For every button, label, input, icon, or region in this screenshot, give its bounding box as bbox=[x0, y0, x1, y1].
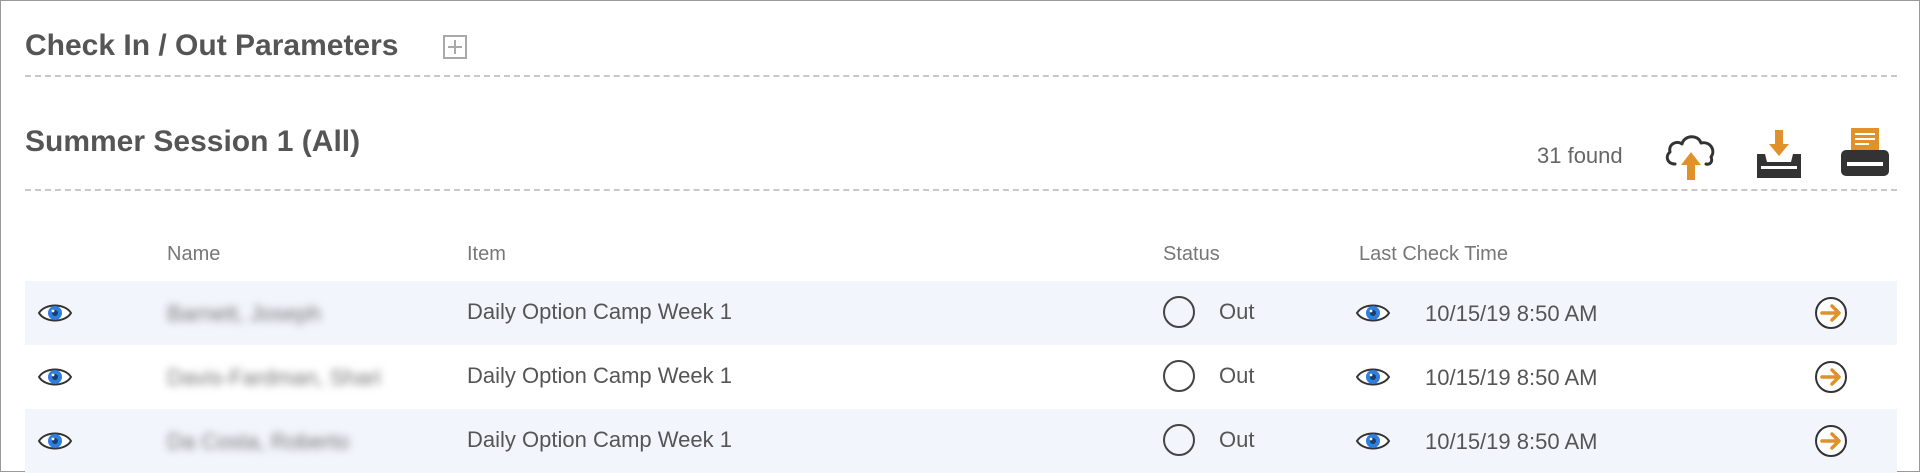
eye-icon[interactable] bbox=[37, 359, 73, 395]
panel: Check In / Out Parameters Summer Session… bbox=[0, 0, 1920, 473]
params-header: Check In / Out Parameters bbox=[25, 25, 1897, 77]
row-name: Davis-Fardman, Shari bbox=[167, 365, 381, 390]
roster-table: Barnett, Joseph Daily Option Camp Week 1… bbox=[25, 281, 1897, 473]
arrow-right-circle-icon[interactable] bbox=[1813, 295, 1849, 331]
eye-icon[interactable] bbox=[1355, 295, 1391, 331]
column-header-status[interactable]: Status bbox=[1163, 243, 1220, 266]
session-title: Summer Session 1 (All) bbox=[25, 125, 361, 158]
arrow-right-circle-icon[interactable] bbox=[1813, 423, 1849, 459]
results-count: 31 found bbox=[1537, 143, 1623, 168]
eye-icon[interactable] bbox=[1355, 423, 1391, 459]
plus-square-icon[interactable] bbox=[443, 35, 467, 59]
column-header-item[interactable]: Item bbox=[467, 243, 506, 266]
row-last-check-time: 10/15/19 8:50 AM bbox=[1425, 365, 1598, 390]
status-radio[interactable] bbox=[1163, 360, 1195, 392]
row-item: Daily Option Camp Week 1 bbox=[467, 363, 732, 388]
row-last-check-time: 10/15/19 8:50 AM bbox=[1425, 301, 1598, 326]
table-row: Barnett, Joseph Daily Option Camp Week 1… bbox=[25, 281, 1897, 345]
eye-icon[interactable] bbox=[37, 423, 73, 459]
row-last-check-time: 10/15/19 8:50 AM bbox=[1425, 429, 1598, 454]
column-header-name[interactable]: Name bbox=[167, 243, 220, 266]
session-header: Summer Session 1 (All) 31 found bbox=[25, 119, 1897, 191]
row-status: Out bbox=[1219, 363, 1255, 388]
tray-download-icon[interactable] bbox=[1749, 124, 1809, 184]
row-name: Barnett, Joseph bbox=[167, 301, 322, 326]
cloud-upload-icon[interactable] bbox=[1661, 124, 1721, 184]
row-status: Out bbox=[1219, 299, 1255, 324]
row-item: Daily Option Camp Week 1 bbox=[467, 427, 732, 452]
eye-icon[interactable] bbox=[1355, 359, 1391, 395]
arrow-right-circle-icon[interactable] bbox=[1813, 359, 1849, 395]
row-status: Out bbox=[1219, 427, 1255, 452]
row-item: Daily Option Camp Week 1 bbox=[467, 299, 732, 324]
table-row: Da Costa, Roberto Daily Option Camp Week… bbox=[25, 409, 1897, 473]
printer-icon[interactable] bbox=[1835, 124, 1895, 184]
status-radio[interactable] bbox=[1163, 424, 1195, 456]
column-header-last-check-time[interactable]: Last Check Time bbox=[1359, 243, 1508, 266]
status-radio[interactable] bbox=[1163, 296, 1195, 328]
params-title: Check In / Out Parameters bbox=[25, 29, 399, 62]
table-row: Davis-Fardman, Shari Daily Option Camp W… bbox=[25, 345, 1897, 409]
row-name: Da Costa, Roberto bbox=[167, 429, 350, 454]
eye-icon[interactable] bbox=[37, 295, 73, 331]
